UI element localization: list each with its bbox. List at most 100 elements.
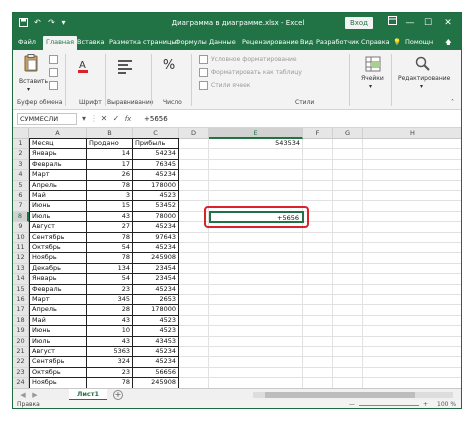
cell-c1[interactable]: Прибыль (133, 139, 179, 150)
cell-styles-button[interactable]: Стили ячеек (211, 82, 250, 89)
cell-b3[interactable]: 17 (87, 159, 133, 171)
sheet-nav-prev-icon[interactable]: ◀ (19, 390, 27, 400)
lightbulb-icon[interactable]: 💡 (393, 36, 401, 49)
cell-g18[interactable] (333, 315, 363, 327)
cell-h6[interactable] (363, 191, 461, 202)
collapse-ribbon-icon[interactable]: ˄ (451, 99, 454, 106)
cell-a1[interactable]: Месяц (29, 139, 87, 150)
tab-data[interactable]: Данные (209, 36, 236, 50)
row-header[interactable]: 14 (13, 274, 29, 285)
add-sheet-button[interactable]: + (113, 390, 123, 400)
cell-g2[interactable] (333, 149, 363, 160)
cell-b7[interactable]: 15 (87, 201, 133, 212)
cell-e23[interactable] (209, 367, 303, 379)
cell-a17[interactable]: Апрель (29, 305, 87, 316)
cell-a24[interactable]: Ноябрь (29, 378, 87, 388)
cell-h5[interactable] (363, 181, 461, 191)
cells-icon[interactable] (365, 56, 381, 72)
cell-e20[interactable] (209, 336, 303, 347)
cell-f6[interactable] (303, 191, 333, 202)
cell-b6[interactable]: 3 (87, 191, 133, 202)
cell-a9[interactable]: Август (29, 222, 87, 233)
row-header[interactable]: 16 (13, 295, 29, 306)
cell-f15[interactable] (303, 284, 333, 295)
cell-d6[interactable] (179, 191, 209, 202)
cell-e19[interactable] (209, 326, 303, 337)
format-as-table-button[interactable]: Форматировать как таблицу (211, 69, 302, 76)
cell-c9[interactable]: 45234 (133, 222, 179, 233)
cell-a5[interactable]: Апрель (29, 180, 87, 191)
cell-c19[interactable]: 4523 (133, 326, 179, 337)
cell-c7[interactable]: 53452 (133, 201, 179, 212)
row-header[interactable]: 5 (13, 180, 29, 191)
cell-h1[interactable] (363, 139, 461, 150)
cell-d4[interactable] (179, 170, 209, 181)
cell-styles-icon[interactable] (199, 81, 208, 90)
font-icon[interactable]: A (77, 58, 93, 74)
cell-b19[interactable]: 10 (87, 326, 133, 337)
row-header[interactable]: 11 (13, 243, 29, 254)
cell-h24[interactable] (363, 378, 461, 388)
cell-d16[interactable] (179, 295, 209, 306)
column-header-e[interactable]: E (209, 128, 303, 139)
cell-f16[interactable] (303, 295, 333, 306)
cell-g15[interactable] (333, 284, 363, 295)
cell-f23[interactable] (303, 367, 333, 379)
cell-d1[interactable] (179, 139, 209, 150)
find-icon[interactable] (415, 56, 431, 72)
cell-h8[interactable] (363, 212, 461, 223)
row-header[interactable]: 21 (13, 347, 29, 358)
cell-h20[interactable] (363, 337, 461, 347)
cell-e16[interactable] (209, 295, 303, 306)
cell-c21[interactable]: 45234 (133, 347, 179, 358)
cell-b21[interactable]: 5363 (87, 347, 133, 358)
row-header[interactable]: 20 (13, 336, 29, 347)
formula-input[interactable]: +5656 (141, 113, 459, 125)
row-header[interactable]: 19 (13, 326, 29, 337)
customize-toolbar-icon[interactable]: ▾ (59, 18, 68, 27)
cell-e17[interactable] (209, 305, 303, 316)
cell-e1[interactable]: 543534 (209, 139, 303, 150)
tell-me-button[interactable]: Помощн (405, 36, 433, 49)
column-header-f[interactable]: F (303, 128, 333, 139)
cell-d18[interactable] (179, 315, 209, 327)
tab-help[interactable]: Справка (361, 36, 390, 50)
cell-e21[interactable] (209, 347, 303, 358)
cell-e24[interactable] (209, 378, 303, 388)
undo-icon[interactable]: ↶ (33, 18, 42, 27)
horizontal-scrollbar[interactable] (253, 392, 453, 398)
cell-a7[interactable]: Июнь (29, 201, 87, 212)
tab-file[interactable]: Файл (18, 36, 36, 50)
cell-c12[interactable]: 245908 (133, 253, 179, 264)
cell-d15[interactable] (179, 284, 209, 295)
column-header-d[interactable]: D (179, 128, 209, 139)
cell-g7[interactable] (333, 201, 363, 212)
maximize-button[interactable]: ☐ (421, 16, 435, 30)
row-header[interactable]: 3 (13, 159, 29, 171)
insert-function-icon[interactable]: fx (123, 113, 133, 125)
row-header[interactable]: 9 (13, 222, 29, 233)
close-button[interactable]: ✕ (441, 16, 455, 30)
cell-a11[interactable]: Октябрь (29, 243, 87, 254)
cell-a13[interactable]: Декабрь (29, 263, 87, 275)
cell-h3[interactable] (363, 160, 461, 171)
cell-h13[interactable] (363, 264, 461, 275)
cell-a2[interactable]: Январь (29, 149, 87, 160)
cell-g19[interactable] (333, 326, 363, 337)
cell-g1[interactable] (333, 139, 363, 150)
row-header[interactable]: 24 (13, 378, 29, 388)
zoom-level[interactable]: 100 % (437, 400, 456, 408)
format-table-icon[interactable] (199, 68, 208, 77)
format-painter-icon[interactable] (49, 81, 58, 90)
cell-h4[interactable] (363, 170, 461, 181)
row-header[interactable]: 22 (13, 357, 29, 368)
cell-g8[interactable] (333, 211, 363, 223)
cell-d10[interactable] (179, 232, 209, 243)
cell-h18[interactable] (363, 316, 461, 327)
row-header[interactable]: 23 (13, 367, 29, 379)
cell-g24[interactable] (333, 378, 363, 388)
cell-c23[interactable]: 56656 (133, 367, 179, 379)
cell-d13[interactable] (179, 263, 209, 275)
cell-h12[interactable] (363, 253, 461, 264)
login-button[interactable]: Вход (345, 17, 373, 29)
